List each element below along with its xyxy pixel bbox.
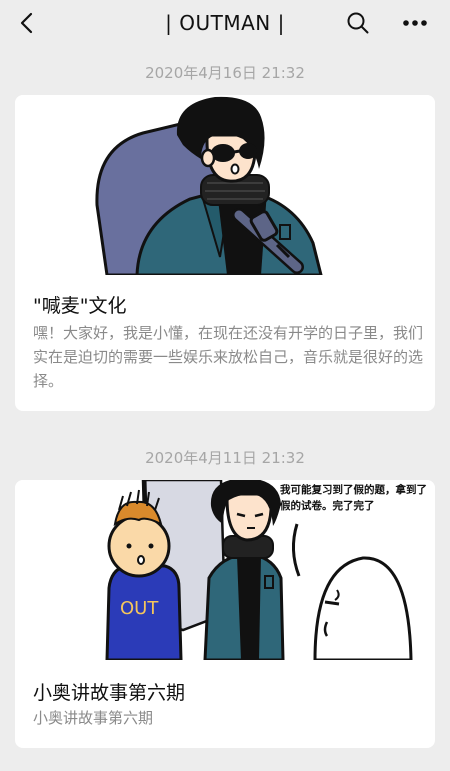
search-icon	[347, 12, 369, 34]
article-cover-image[interactable]: OUT 我可能复习到了假的题，拿到了假的试卷。完了完了	[15, 480, 435, 660]
more-button[interactable]	[398, 9, 432, 37]
back-button[interactable]	[12, 8, 42, 38]
top-bar: | OUTMAN |	[0, 0, 450, 46]
article-title[interactable]: 小奥讲故事第六期	[33, 678, 185, 705]
article-summary: 嘿！大家好，我是小懂，在现在还没有开学的日子里，我们实在是迫切的需要一些娱乐来放…	[33, 324, 424, 390]
comic-speech-text: 我可能复习到了假的题，拿到了假的试卷。完了完了	[280, 484, 427, 512]
article-title[interactable]: "喊麦"文化	[33, 291, 126, 318]
article-summary: 小奥讲故事第六期	[33, 709, 154, 727]
account-title: | OUTMAN |	[165, 11, 285, 35]
chevron-left-icon	[20, 12, 33, 34]
article-cover-image[interactable]	[15, 95, 435, 275]
shirt-text: OUT	[120, 598, 159, 619]
article-card[interactable]: OUT 我可能复习到了假的题，拿到了假的试卷。完了完了 小奥讲故事第六期 小奥讲…	[15, 480, 435, 748]
article-date: 2020年4月16日 21:32	[145, 64, 305, 82]
article-card[interactable]: "喊麦"文化 嘿！大家好，我是小懂，在现在还没有开学的日子里，我们实在是迫切的需…	[15, 95, 435, 411]
article-date: 2020年4月11日 21:32	[145, 449, 305, 467]
more-dots-icon	[403, 20, 427, 26]
search-button[interactable]	[344, 9, 372, 37]
